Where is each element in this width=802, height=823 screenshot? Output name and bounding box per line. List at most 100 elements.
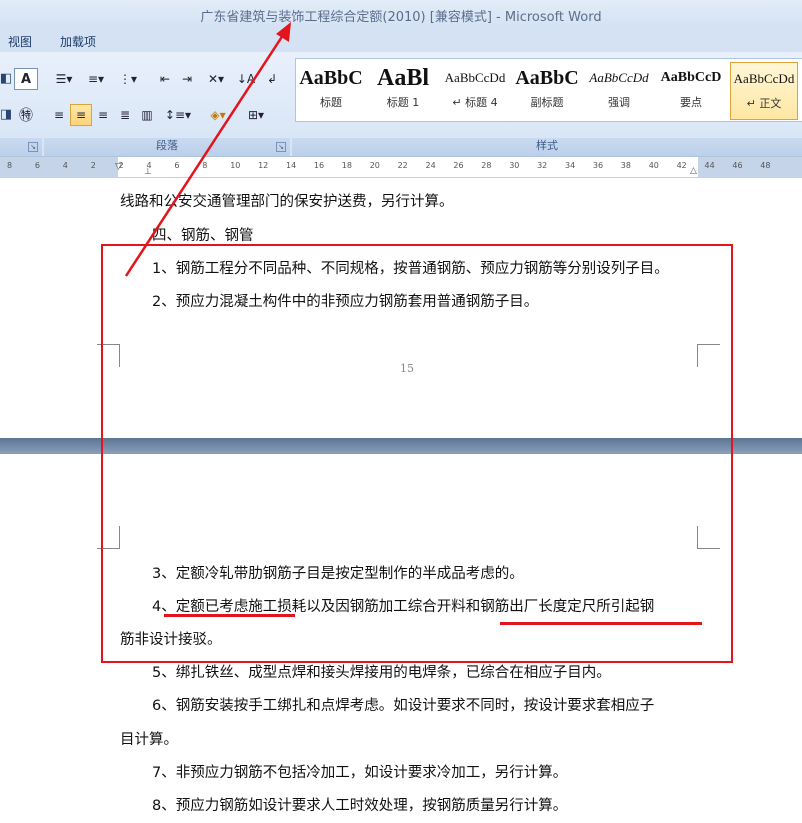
align-right-icon: ≡ [97, 108, 109, 122]
style-name: 标题 [320, 96, 342, 109]
justify-button[interactable]: ≣ [114, 104, 136, 126]
paragraph-line: 8、预应力钢筋如设计要求人工时效处理，按钢筋质量另行计算。 [152, 798, 568, 814]
multilevel-list-icon: ⋮▾ [118, 72, 138, 86]
style-subtitle[interactable]: AaBbC 副标题 [514, 62, 580, 118]
margin-corner-mark [697, 526, 720, 549]
show-marks-button[interactable]: ↲ [260, 68, 284, 90]
hanging-indent-marker[interactable]: ⊥ [144, 167, 152, 177]
ruler-number: 24 [425, 161, 436, 170]
multilevel-list-button[interactable]: ⋮▾ [112, 68, 144, 90]
bullets-button[interactable]: ☰▾ [48, 68, 80, 90]
page-number: 15 [400, 362, 414, 375]
paragraph-line: 4、定额已考虑施工损耗以及因钢筋加工综合开料和钢筋出厂长度定尺所引起钢 [152, 599, 655, 615]
font-icon: ◧ [0, 71, 13, 86]
ruler-number: 18 [341, 161, 352, 170]
style-name: 要点 [680, 96, 702, 109]
distribute-icon: ▥ [141, 108, 153, 122]
ruler-number: 4 [62, 161, 68, 170]
style-emphasis[interactable]: AaBbCcDd 强调 [586, 62, 652, 118]
underline-mark [164, 614, 295, 617]
highlight-button-partial[interactable]: ◨ [0, 104, 12, 126]
font-button-partial[interactable]: ◧ [0, 68, 12, 90]
decrease-indent-icon: ⇤ [159, 72, 171, 86]
align-right-button[interactable]: ≡ [92, 104, 114, 126]
highlight-icon: ◨ [0, 107, 13, 122]
borders-icon: ⊞▾ [247, 108, 265, 122]
ruler-number: 42 [676, 161, 687, 170]
ruler-number: 10 [230, 161, 241, 170]
ruler-number: 6 [174, 161, 180, 170]
style-name: 标题 1 [386, 96, 420, 109]
title-bar: 广东省建筑与装饰工程综合定额(2010) [兼容模式] - Microsoft … [0, 0, 802, 30]
align-center-button[interactable]: ≡ [70, 104, 92, 126]
increase-indent-button[interactable]: ⇥ [176, 68, 198, 90]
paragraph-line: 5、绑扎铁丝、成型点焊和接头焊接用的电焊条，已综合在相应子目内。 [152, 665, 611, 681]
paragraph-mark-icon: ↲ [266, 72, 278, 86]
ribbon-tabs: 视图 加载项 [0, 30, 802, 52]
style-title[interactable]: AaBbC 标题 [298, 62, 364, 118]
ruler-number: 28 [481, 161, 492, 170]
style-sample: AaBbCcD [660, 70, 722, 85]
section-heading: 四、钢筋、钢管 [152, 228, 254, 244]
increase-indent-icon: ⇥ [181, 72, 193, 86]
right-indent-marker[interactable]: △ [690, 166, 697, 176]
margin-corner-mark [97, 344, 120, 367]
horizontal-ruler[interactable]: 8 6 4 2 2 4 6 8 10 12 14 16 18 20 22 24 26 28 30 32 34 36 38 40… [0, 157, 802, 178]
style-strong[interactable]: AaBbCcD 要点 [658, 62, 724, 118]
ruler-number: 32 [537, 161, 548, 170]
style-name: 副标题 [530, 96, 564, 109]
paragraph-line: 筋非设计接驳。 [120, 632, 222, 648]
styles-group-label: 样式 [536, 139, 558, 152]
ruler-number: 6 [34, 161, 40, 170]
ruler-number: 48 [760, 161, 771, 170]
style-sample: AaBbC [515, 67, 579, 89]
shading-icon: ◈▾ [210, 108, 226, 122]
font-group-partial: ◧ A ◨ ㊕ [0, 52, 42, 156]
ruler-number: 26 [453, 161, 464, 170]
document-page-15[interactable]: 线路和公安交通管理部门的保安护送费，另行计算。 四、钢筋、钢管 1、钢筋工程分不… [0, 178, 802, 438]
style-sample: AaBbCcDd [733, 71, 795, 86]
sort-icon: ↓A [236, 72, 256, 86]
window-title: 广东省建筑与装饰工程综合定额(2010) [兼容模式] - Microsoft … [200, 10, 602, 25]
borders-button[interactable]: ⊞▾ [238, 104, 274, 126]
style-sample: AaBbCcDd [589, 70, 649, 85]
ruler-number: 8 [202, 161, 208, 170]
style-heading-1[interactable]: AaBl 标题 1 [370, 62, 436, 118]
distribute-button[interactable]: ▥ [136, 104, 158, 126]
paragraph-group: ☰▾ ≡▾ ⋮▾ ⇤ ⇥ ✕▾ ↓A ↲ ≡ ≡ ≡ ≣ ▥ ↕≡▾ ◈▾ ⊞▾… [44, 52, 290, 156]
tab-addins[interactable]: 加载项 [60, 33, 96, 50]
ruler-number: 22 [397, 161, 408, 170]
numbering-button[interactable]: ≡▾ [80, 68, 112, 90]
line-spacing-button[interactable]: ↕≡▾ [162, 104, 194, 126]
align-left-icon: ≡ [53, 108, 65, 122]
ruler-number: 14 [286, 161, 297, 170]
ruler-number: 46 [732, 161, 743, 170]
ruler-number: 38 [620, 161, 631, 170]
enclose-char-button[interactable]: ㊕ [14, 104, 38, 126]
char-border-button[interactable]: A [14, 68, 38, 90]
align-left-button[interactable]: ≡ [48, 104, 70, 126]
decrease-indent-button[interactable]: ⇤ [154, 68, 176, 90]
paragraph-line: 7、非预应力钢筋不包括冷加工，如设计要求冷加工，另行计算。 [152, 765, 568, 781]
chinese-layout-button[interactable]: ✕▾ [200, 68, 232, 90]
paragraph-line: 线路和公安交通管理部门的保安护送费，另行计算。 [120, 194, 454, 210]
paragraph-line: 1、钢筋工程分不同品种、不同规格，按普通钢筋、预应力钢筋等分别设列子目。 [152, 261, 669, 277]
style-normal[interactable]: AaBbCcDd ↵ 正文 [730, 62, 798, 120]
tab-view[interactable]: 视图 [8, 33, 32, 50]
style-sample: AaBbC [299, 67, 363, 89]
paragraph-dialog-launcher[interactable]: ↘ [276, 142, 286, 152]
ruler-number: 36 [592, 161, 604, 170]
paragraph-line: 目计算。 [120, 732, 178, 748]
style-name: 强调 [608, 96, 630, 109]
style-name: ↵ 正文 [746, 97, 782, 110]
style-heading-4[interactable]: AaBbCcDd ↵ 标题 4 [442, 62, 508, 118]
ruler-number: 30 [509, 161, 520, 170]
shading-button[interactable]: ◈▾ [200, 104, 236, 126]
ribbon: ◧ A ◨ ㊕ ☰▾ ≡▾ ⋮▾ ⇤ ⇥ ✕▾ ↓A ↲ ≡ ≡ ≡ ≣ ▥ ↕… [0, 52, 802, 157]
page-separator [0, 438, 802, 454]
sort-button[interactable]: ↓A [234, 68, 258, 90]
paragraph-group-label: 段落 [156, 139, 178, 152]
first-line-indent-marker[interactable]: ▽ [115, 162, 122, 172]
document-page-16[interactable]: 3、定额冷轧带肋钢筋子目是按定型制作的半成品考虑的。 4、定额已考虑施工损耗以及… [0, 454, 802, 823]
font-dialog-launcher[interactable]: ↘ [28, 142, 38, 152]
